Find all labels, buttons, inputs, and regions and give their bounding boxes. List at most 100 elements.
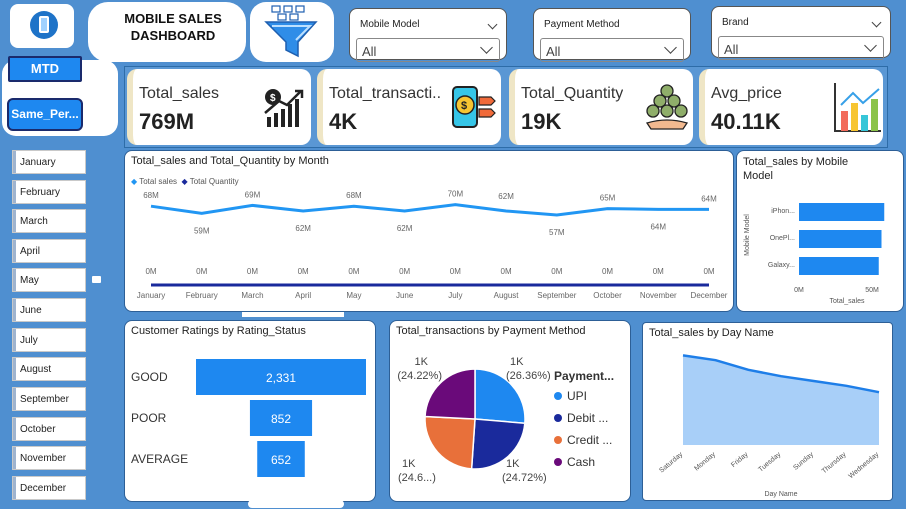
data-label: 852: [271, 412, 291, 426]
legend-item[interactable]: Credit ...: [554, 433, 612, 447]
transactions-by-payment-chart: Total_transactions by Payment Method 1K(…: [389, 320, 631, 502]
mobile-payment-icon: $: [452, 86, 496, 128]
brand-slicer[interactable]: Brand All: [711, 6, 891, 60]
legend-item[interactable]: Debit ...: [554, 411, 608, 425]
kpi-card-total-sales: Total_sales 769M $: [127, 69, 311, 145]
data-label: 62M: [397, 224, 413, 233]
slicer-label: Brand: [722, 17, 749, 28]
filter-card[interactable]: [250, 2, 334, 62]
data-label: 69M: [245, 190, 261, 199]
month-item-may[interactable]: May: [12, 268, 86, 292]
slicer-label: Mobile Model: [360, 19, 420, 30]
mobile-model-dropdown[interactable]: [356, 38, 500, 62]
month-item-march[interactable]: March: [12, 209, 86, 233]
chevron-down-icon[interactable]: [480, 41, 493, 54]
kpi-title: Total_Quantity: [521, 85, 624, 102]
money-growth-icon: $: [264, 89, 304, 127]
slicer-value: All: [546, 44, 561, 59]
x-tick-label: Wednesday: [848, 451, 881, 480]
month-item-september[interactable]: September: [12, 387, 86, 411]
area-fill: [683, 355, 879, 445]
mtd-button[interactable]: MTD: [8, 56, 82, 82]
sales-by-day-chart: Total_sales by Day Name Saturday Monday Fr…: [642, 322, 893, 501]
x-tick-label: August: [494, 291, 520, 300]
y-tick-label: OnePl...: [770, 235, 795, 242]
area-chart-svg: Saturday Monday Friday Tuesday Sunday Thursda…: [658, 354, 881, 498]
month-item-july[interactable]: July: [12, 328, 86, 352]
svg-text:$: $: [461, 100, 467, 112]
app-logo-card: [10, 4, 74, 48]
month-item-november[interactable]: November: [12, 446, 86, 470]
legend-dot: [554, 392, 562, 400]
kpi-value: 19K: [521, 109, 562, 134]
customer-ratings-chart: Customer Ratings by Rating_Status GOOD 2,…: [124, 320, 376, 502]
kpi-title: Total_transacti...: [329, 85, 441, 102]
x-tick-label: 50M: [865, 287, 879, 294]
funnel-filter-icon[interactable]: [250, 2, 334, 62]
legend-item[interactable]: UPI: [554, 389, 587, 403]
mobile-model-slicer[interactable]: Mobile Model All: [349, 8, 507, 62]
data-label: 0M: [602, 267, 613, 276]
x-tick-label: October: [593, 291, 622, 300]
month-item-january[interactable]: January: [12, 150, 86, 174]
x-tick-label: June: [396, 291, 414, 300]
y-tick-label: Galaxy...: [768, 262, 795, 269]
x-tick-label: July: [448, 291, 462, 300]
data-label: 0M: [196, 267, 207, 276]
kpi-card-total-transactions: Total_transacti... 4K $: [317, 69, 501, 145]
data-label: 64M: [701, 194, 717, 203]
scrollbar[interactable]: [248, 500, 344, 508]
x-axis-label: Day Name: [764, 491, 797, 498]
legend-title: Payment...: [554, 369, 615, 383]
scrollbar[interactable]: [242, 312, 344, 317]
chevron-down-icon[interactable]: [664, 41, 677, 54]
comment-icon[interactable]: [92, 276, 101, 283]
payment-method-dropdown[interactable]: [540, 38, 684, 62]
legend-dot: [554, 436, 562, 444]
data-label: 0M: [551, 267, 562, 276]
month-item-february[interactable]: February: [12, 180, 86, 204]
coins-hand-icon: [645, 84, 689, 130]
x-tick-label: Sunday: [792, 451, 815, 472]
data-label: 652: [271, 453, 291, 467]
legend-label: Cash: [567, 455, 596, 469]
month-item-december[interactable]: December: [12, 476, 86, 500]
kpi-title: Avg_price: [711, 85, 782, 102]
legend-label: Debit ...: [567, 411, 609, 425]
legend-dot: [554, 414, 562, 422]
same-period-button[interactable]: Same_Per...: [7, 98, 83, 131]
chevron-down-icon[interactable]: [864, 39, 877, 52]
month-item-august[interactable]: August: [12, 357, 86, 381]
data-label: 0M: [348, 267, 359, 276]
slice-value-label: 1K: [415, 356, 429, 368]
x-tick-label: Thursday: [821, 451, 848, 475]
data-label: 62M: [498, 192, 514, 201]
ratings-bar-svg: GOOD 2,331 POOR 852 AVERAGE 652: [131, 359, 366, 477]
series-line-total-sales: [150, 203, 709, 217]
x-tick-label: September: [537, 291, 576, 300]
slice-pct-label: (24.22%): [397, 370, 442, 382]
month-item-june[interactable]: June: [12, 298, 86, 322]
data-label: 68M: [346, 191, 362, 200]
data-label: 0M: [653, 267, 664, 276]
x-tick-label: Saturday: [658, 451, 684, 475]
x-tick-label: November: [640, 291, 677, 300]
brand-dropdown[interactable]: [718, 36, 884, 60]
data-label: 0M: [247, 267, 258, 276]
slicer-label: Payment Method: [544, 19, 620, 30]
chevron-down-icon[interactable]: [871, 17, 882, 28]
slicer-value: All: [724, 42, 739, 57]
legend-item[interactable]: Cash: [554, 455, 595, 469]
payment-method-slicer[interactable]: Payment Method All: [533, 8, 691, 62]
sales-by-mobile-model-chart: Total_sales by Mobile Model iPhon... OneP…: [736, 150, 904, 312]
data-label: 62M: [295, 224, 311, 233]
month-item-october[interactable]: October: [12, 417, 86, 441]
x-tick-label: February: [186, 291, 218, 300]
data-label: 0M: [399, 267, 410, 276]
x-tick-label: Monday: [693, 451, 717, 473]
x-tick-label: Friday: [730, 451, 750, 469]
data-label: 57M: [549, 228, 565, 237]
month-item-april[interactable]: April: [12, 239, 86, 263]
data-label: 0M: [298, 267, 309, 276]
chevron-down-icon[interactable]: [487, 19, 498, 30]
